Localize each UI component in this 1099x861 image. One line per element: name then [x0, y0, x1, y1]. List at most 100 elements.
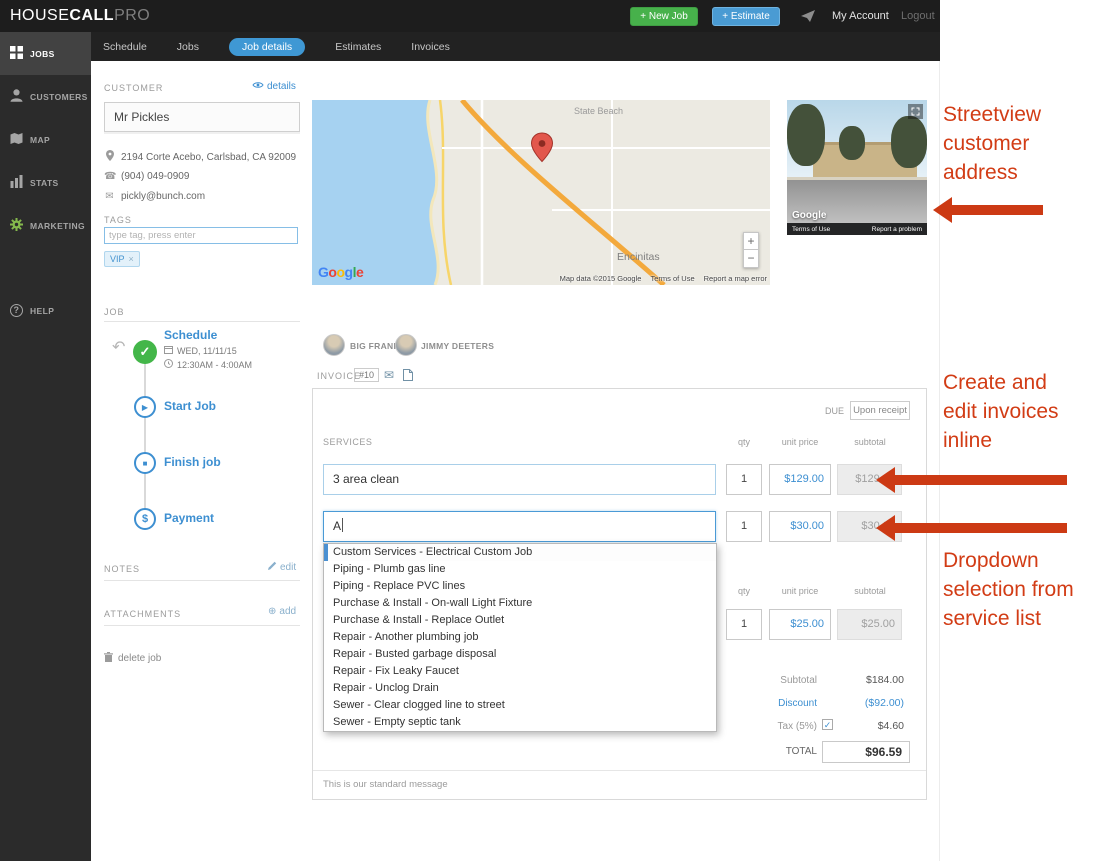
tab-schedule[interactable]: Schedule: [103, 41, 147, 53]
finish-job-step-circle[interactable]: ■: [134, 452, 156, 474]
stop-icon: ■: [142, 458, 148, 468]
attachments-divider: [104, 625, 300, 626]
map-zoom-control: + −: [743, 232, 759, 268]
tab-jobs[interactable]: Jobs: [177, 41, 199, 53]
streetview-thumbnail[interactable]: Google Terms of Use Report a problem: [787, 100, 927, 235]
dropdown-option[interactable]: Sewer - Clear clogged line to street: [324, 697, 716, 714]
tag-chip-label: VIP: [110, 254, 125, 264]
notes-edit-link[interactable]: edit: [268, 561, 296, 573]
streetview-tree: [891, 116, 927, 168]
invoice-number-badge: #10: [354, 368, 380, 382]
schedule-step-circle[interactable]: ✓: [133, 340, 157, 364]
sidebar-item-jobs[interactable]: JOBS: [0, 32, 91, 75]
dropdown-option[interactable]: Piping - Plumb gas line: [324, 561, 716, 578]
google-logo: Google: [318, 264, 364, 280]
undo-icon[interactable]: ↶: [112, 337, 125, 357]
annotation-arrow: [876, 515, 1067, 541]
dropdown-option[interactable]: Sewer - Empty septic tank: [324, 714, 716, 731]
finish-job-step-label[interactable]: Finish job: [164, 455, 221, 469]
sidebar-item-marketing[interactable]: MARKETING: [0, 204, 91, 247]
phone-icon: ☎: [104, 171, 117, 182]
dropdown-option[interactable]: Custom Services - Electrical Custom Job: [324, 544, 716, 561]
map-report-link[interactable]: Report a map error: [704, 274, 767, 283]
schedule-step-label[interactable]: Schedule: [164, 328, 217, 342]
text-caret: [342, 518, 344, 532]
calendar-icon: [164, 345, 173, 356]
grid-icon: [10, 46, 23, 61]
start-job-step-label[interactable]: Start Job: [164, 399, 216, 413]
col-header-qty: qty: [737, 586, 751, 596]
team-member-name: BIG FRANK: [350, 341, 400, 351]
job-divider: [104, 321, 300, 322]
invoice-message[interactable]: This is our standard message: [323, 779, 448, 790]
unit-price-input[interactable]: $129.00: [769, 464, 831, 495]
remove-tag-icon[interactable]: ×: [129, 254, 134, 264]
qty-input[interactable]: 1: [726, 511, 762, 542]
tax-value: $4.60: [877, 720, 904, 732]
due-select[interactable]: Upon receipt: [850, 401, 910, 420]
tag-chip-vip[interactable]: VIP ×: [104, 251, 140, 267]
customer-name-field[interactable]: Mr Pickles: [104, 102, 300, 132]
attachments-add-link[interactable]: ⊕ add: [268, 606, 296, 617]
dropdown-option[interactable]: Repair - Unclog Drain: [324, 680, 716, 697]
sidebar-item-customers[interactable]: CUSTOMERS: [0, 75, 91, 118]
start-job-step-circle[interactable]: ▶: [134, 396, 156, 418]
help-icon: ?: [10, 304, 23, 317]
dropdown-option[interactable]: Repair - Another plumbing job: [324, 629, 716, 646]
discount-label[interactable]: Discount: [778, 698, 817, 709]
dropdown-option[interactable]: Repair - Fix Leaky Faucet: [324, 663, 716, 680]
qty-input[interactable]: 1: [726, 609, 762, 640]
sidebar-item-label: STATS: [30, 177, 59, 188]
estimate-button[interactable]: + Estimate: [712, 7, 780, 26]
sidebar-item-stats[interactable]: STATS: [0, 161, 91, 204]
annotation-dropdown: Dropdown selection from service list: [943, 549, 1074, 630]
service-name-input-focused[interactable]: A: [323, 511, 716, 542]
payment-step-circle[interactable]: $: [134, 508, 156, 530]
customer-details-link[interactable]: details: [252, 81, 296, 92]
streetview-report-link[interactable]: Report a problem: [872, 226, 922, 233]
customer-address[interactable]: 2194 Corte Acebo, Carlsbad, CA 92009: [104, 150, 296, 164]
eye-icon: [252, 81, 264, 92]
dropdown-option[interactable]: Repair - Busted garbage disposal: [324, 646, 716, 663]
qty-input[interactable]: 1: [726, 464, 762, 495]
address-text: 2194 Corte Acebo, Carlsbad, CA 92009: [121, 151, 297, 163]
sidebar-item-map[interactable]: MAP: [0, 118, 91, 161]
unit-price-input[interactable]: $30.00: [769, 511, 831, 542]
logo-pro: PRO: [114, 7, 151, 24]
logout-link[interactable]: Logout: [901, 0, 935, 32]
expand-icon[interactable]: [908, 104, 923, 119]
customer-phone[interactable]: ☎ (904) 049-0909: [104, 171, 189, 182]
customer-email[interactable]: ✉ pickly@bunch.com: [104, 191, 205, 202]
dropdown-option[interactable]: Piping - Replace PVC lines: [324, 578, 716, 595]
dropdown-option[interactable]: Purchase & Install - On-wall Light Fixtu…: [324, 595, 716, 612]
map-label-encinitas: Encinitas: [617, 251, 660, 263]
my-account-link[interactable]: My Account: [832, 0, 889, 32]
service-name-input[interactable]: 3 area clean: [323, 464, 716, 495]
annotation-invoices: Create and edit invoices inline: [943, 371, 1059, 452]
col-header-subtotal: subtotal: [854, 586, 886, 596]
map-canvas[interactable]: State Beach Encinitas Google Map data ©2…: [312, 100, 770, 285]
email-invoice-icon[interactable]: ✉: [384, 368, 394, 382]
subtotal-label: Subtotal: [780, 675, 817, 686]
dropdown-option[interactable]: Purchase & Install - Replace Outlet: [324, 612, 716, 629]
map-terms-link[interactable]: Terms of Use: [650, 274, 694, 283]
attachments-section-label: ATTACHMENTS: [104, 609, 182, 619]
unit-price-input[interactable]: $25.00: [769, 609, 831, 640]
sidebar-item-help[interactable]: ? HELP: [0, 289, 91, 332]
tag-input[interactable]: [104, 227, 298, 244]
delete-job-link[interactable]: delete job: [104, 652, 161, 665]
zoom-in-button[interactable]: +: [743, 232, 759, 250]
dispatch-icon[interactable]: [801, 10, 816, 28]
map-data-credit: Map data ©2015 Google: [559, 274, 642, 283]
pin-icon: [104, 150, 115, 164]
streetview-terms-link[interactable]: Terms of Use: [792, 226, 830, 233]
tax-checkbox[interactable]: ✓: [822, 719, 833, 730]
export-invoice-icon[interactable]: [403, 368, 413, 386]
new-job-button[interactable]: + New Job: [630, 7, 698, 26]
payment-step-label[interactable]: Payment: [164, 511, 214, 525]
tab-estimates[interactable]: Estimates: [335, 41, 381, 53]
zoom-out-button[interactable]: −: [743, 250, 759, 268]
discount-value: ($92.00): [864, 697, 904, 709]
tab-job-details[interactable]: Job details: [228, 37, 306, 56]
tab-invoices[interactable]: Invoices: [411, 41, 450, 53]
